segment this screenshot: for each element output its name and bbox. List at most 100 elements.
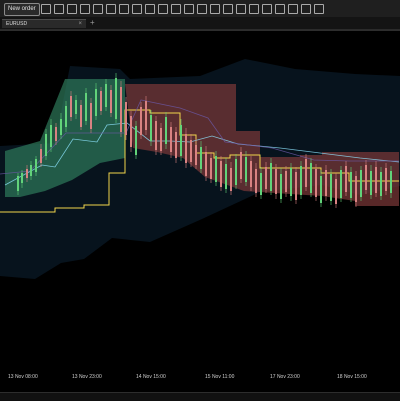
candle-body: [50, 125, 52, 147]
time-axis-label: 13 Nov 08:00: [8, 374, 38, 380]
candle-body: [325, 170, 327, 196]
candle-body: [365, 165, 367, 190]
candle-body: [330, 174, 332, 201]
candle-body: [210, 158, 212, 179]
chart-tabs: EURUSD × +: [0, 17, 400, 30]
candle-body: [185, 134, 187, 163]
candle-body: [380, 172, 382, 196]
candle-body: [225, 164, 227, 189]
candle-body: [260, 173, 262, 195]
candle-body: [250, 161, 252, 187]
candle-body: [85, 93, 87, 121]
time-axis-label: 17 Nov 23:00: [270, 374, 300, 380]
time-axis-label: 13 Nov 23:00: [72, 374, 102, 380]
candle-body: [340, 170, 342, 198]
layout-icon[interactable]: [158, 4, 168, 14]
candle-body: [45, 134, 47, 156]
candle-body: [220, 161, 222, 187]
candle-body: [275, 169, 277, 194]
template-icon[interactable]: [119, 4, 129, 14]
grid-icon[interactable]: [93, 4, 103, 14]
candle-body: [300, 166, 302, 195]
candle-body: [17, 176, 19, 191]
candle-body: [130, 116, 132, 147]
more-icon[interactable]: [314, 4, 324, 14]
candle-body: [310, 163, 312, 193]
candle-body: [205, 152, 207, 176]
candle-body: [40, 149, 42, 163]
search-icon[interactable]: [80, 4, 90, 14]
candle-body: [150, 115, 152, 141]
candle-body: [195, 145, 197, 165]
candle-body: [120, 87, 122, 132]
candle-body: [290, 168, 292, 196]
candle-body: [230, 168, 232, 191]
candle-body: [125, 102, 127, 135]
candle-body: [200, 147, 202, 169]
candle-body: [30, 165, 32, 176]
candle-body: [375, 167, 377, 193]
candle-body: [345, 166, 347, 192]
candle-body: [360, 170, 362, 197]
candle-body: [70, 96, 72, 117]
candle-body: [265, 167, 267, 189]
history-icon[interactable]: [132, 4, 142, 14]
candle-body: [65, 106, 67, 127]
chart-area[interactable]: [0, 30, 400, 387]
expand-icon[interactable]: [301, 4, 311, 14]
candle-body: [255, 169, 257, 193]
candle-body: [245, 157, 247, 182]
add-tab-icon[interactable]: +: [90, 19, 98, 27]
candle-body: [90, 103, 92, 129]
candle-body: [170, 127, 172, 152]
candle-body: [370, 171, 372, 195]
chart-icon[interactable]: [41, 4, 51, 14]
candle-body: [235, 159, 237, 185]
top-toolbar: New order: [0, 0, 400, 18]
time-axis-label: 18 Nov 15:00: [337, 374, 367, 380]
indicator-icon[interactable]: [210, 4, 220, 14]
window-icon[interactable]: [171, 4, 181, 14]
lines-icon[interactable]: [262, 4, 272, 14]
time-axis: 13 Nov 08:00 13 Nov 23:00 14 Nov 15:00 1…: [0, 372, 400, 384]
candle-body: [390, 171, 392, 193]
tab-eurusd[interactable]: EURUSD ×: [2, 19, 86, 28]
zoom-in-icon[interactable]: [54, 4, 64, 14]
time-axis-label: 14 Nov 15:00: [136, 374, 166, 380]
candle-body: [190, 140, 192, 162]
settings-icon[interactable]: [106, 4, 116, 14]
candle-body: [280, 174, 282, 199]
clock-icon[interactable]: [145, 4, 155, 14]
candle-body: [140, 107, 142, 135]
candle-body: [26, 169, 28, 178]
candle-body: [305, 159, 307, 187]
close-tab-icon[interactable]: ×: [78, 20, 82, 29]
chart-type-icon[interactable]: [197, 4, 207, 14]
candle-body: [110, 90, 112, 113]
candle-body: [385, 168, 387, 191]
candle-body: [295, 172, 297, 200]
candle-body: [240, 152, 242, 179]
candle-body: [135, 126, 137, 155]
ruler-icon[interactable]: [223, 4, 233, 14]
candle-body: [75, 100, 77, 114]
trading-app: New order EURUSD × + 13 Nov 08:00 13 Nov…: [0, 0, 400, 401]
move-icon[interactable]: [249, 4, 259, 14]
tab-label: EURUSD: [6, 21, 28, 27]
text-icon[interactable]: [275, 4, 285, 14]
zoom-out-icon[interactable]: [67, 4, 77, 14]
candle-body: [215, 156, 217, 182]
candle-body: [105, 84, 107, 107]
candle-body: [55, 127, 57, 141]
new-order-button[interactable]: New order: [4, 3, 40, 16]
list-icon[interactable]: [184, 4, 194, 14]
candle-body: [270, 163, 272, 191]
candle-body: [145, 101, 147, 130]
marker-icon[interactable]: [288, 4, 298, 14]
candle-body: [155, 121, 157, 150]
candle-body: [60, 119, 62, 135]
candle-body: [80, 105, 82, 127]
candle-body: [35, 159, 37, 172]
cursor-icon[interactable]: [236, 4, 246, 14]
price-chart: [0, 31, 400, 387]
